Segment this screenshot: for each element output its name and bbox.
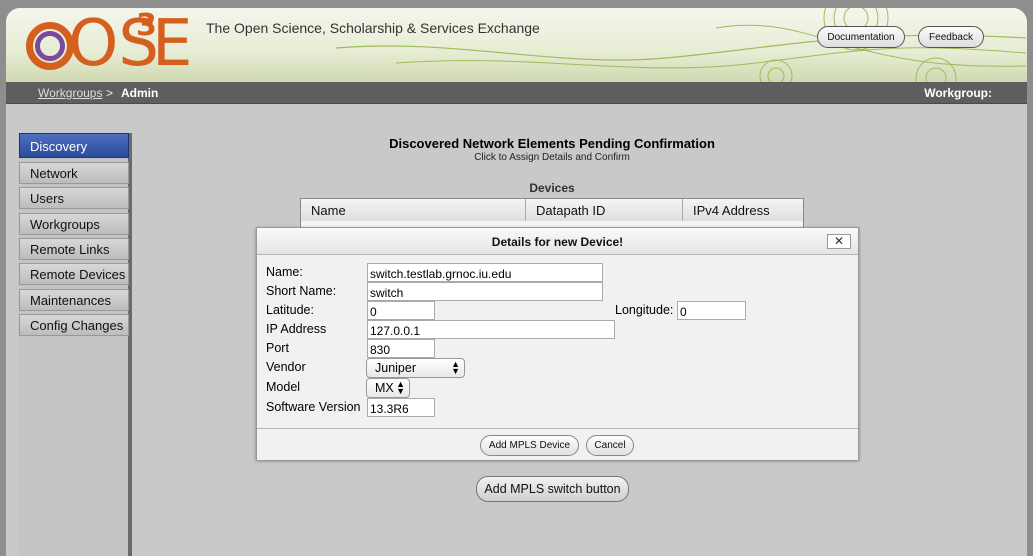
sidebar-nav: Discovery Network Users Workgroups Remot… xyxy=(18,133,132,556)
dialog-footer: Add MPLS Device Cancel xyxy=(257,428,858,460)
latitude-field[interactable] xyxy=(367,301,435,320)
dialog-title: Details for new Device! xyxy=(491,235,624,249)
sidebar-item-workgroups[interactable]: Workgroups xyxy=(19,213,129,235)
close-icon[interactable]: ✕ xyxy=(827,234,851,249)
short-name-field[interactable] xyxy=(367,282,603,301)
documentation-button[interactable]: Documentation xyxy=(817,26,905,48)
cancel-button[interactable]: Cancel xyxy=(586,435,634,456)
column-header-name[interactable]: Name xyxy=(301,199,526,221)
os3e-logo: OS 3 E xyxy=(24,8,194,81)
model-select-value: MX xyxy=(375,381,394,395)
page-subtitle: Click to Assign Details and Confirm xyxy=(474,152,630,163)
devices-table-caption: Devices xyxy=(529,181,575,195)
app-window: OS 3 E The Open Science, Scholarship & S… xyxy=(6,8,1027,556)
name-field[interactable] xyxy=(367,263,603,282)
column-header-datapath-id[interactable]: Datapath ID xyxy=(526,199,683,221)
ip-address-field[interactable] xyxy=(367,320,615,339)
column-header-ipv4-address[interactable]: IPv4 Address xyxy=(683,199,803,221)
add-mpls-device-button[interactable]: Add MPLS Device xyxy=(480,435,579,456)
updown-arrows-icon: ▲ ▼ xyxy=(396,379,405,396)
breadcrumb-workgroups-link[interactable]: Workgroups xyxy=(38,86,102,100)
dialog-titlebar[interactable]: Details for new Device! ✕ xyxy=(257,228,858,255)
page-title: Discovered Network Elements Pending Conf… xyxy=(389,136,715,151)
site-tagline: The Open Science, Scholarship & Services… xyxy=(206,20,540,36)
short-name-label: Short Name: xyxy=(266,284,337,298)
vendor-select-value: Juniper xyxy=(375,361,416,375)
sidebar-item-maintenances[interactable]: Maintenances xyxy=(19,289,129,311)
sidebar-item-users[interactable]: Users xyxy=(19,187,129,209)
devices-table: Name Datapath ID IPv4 Address xyxy=(300,198,804,228)
software-version-label: Software Version xyxy=(266,400,361,414)
latitude-label: Latitude: xyxy=(266,303,314,317)
workgroup-label: Workgroup: xyxy=(924,86,992,100)
software-version-field[interactable] xyxy=(367,398,435,417)
feedback-button[interactable]: Feedback xyxy=(918,26,984,48)
port-field[interactable] xyxy=(367,339,435,358)
breadcrumb-separator: > xyxy=(106,86,114,100)
name-label: Name: xyxy=(266,265,303,279)
vendor-select[interactable]: Juniper ▲ ▼ xyxy=(366,358,465,378)
breadcrumb: Workgroups > Admin Workgroup: xyxy=(6,82,1027,104)
breadcrumb-current: Admin xyxy=(121,86,159,100)
add-mpls-switch-button[interactable]: Add MPLS switch button xyxy=(476,476,629,502)
site-header: OS 3 E The Open Science, Scholarship & S… xyxy=(6,8,1027,82)
sidebar-item-discovery[interactable]: Discovery xyxy=(19,133,129,158)
longitude-label: Longitude: xyxy=(615,303,674,317)
sidebar-item-remote-devices[interactable]: Remote Devices xyxy=(19,263,129,285)
logo-ring-inner xyxy=(35,31,65,61)
logo-e: E xyxy=(152,8,193,81)
model-select[interactable]: MX ▲ ▼ xyxy=(366,378,410,398)
model-label: Model xyxy=(266,380,301,394)
vendor-label: Vendor xyxy=(266,360,306,374)
updown-arrows-icon: ▲ ▼ xyxy=(451,359,460,376)
sidebar-item-network[interactable]: Network xyxy=(19,162,129,184)
longitude-field[interactable] xyxy=(677,301,746,320)
sidebar-item-config-changes[interactable]: Config Changes xyxy=(19,314,129,336)
port-label: Port xyxy=(266,341,289,355)
sidebar-item-remote-links[interactable]: Remote Links xyxy=(19,238,129,260)
ip-address-label: IP Address xyxy=(266,322,327,336)
new-device-dialog: Details for new Device! ✕ Name: Short Na… xyxy=(256,227,859,460)
